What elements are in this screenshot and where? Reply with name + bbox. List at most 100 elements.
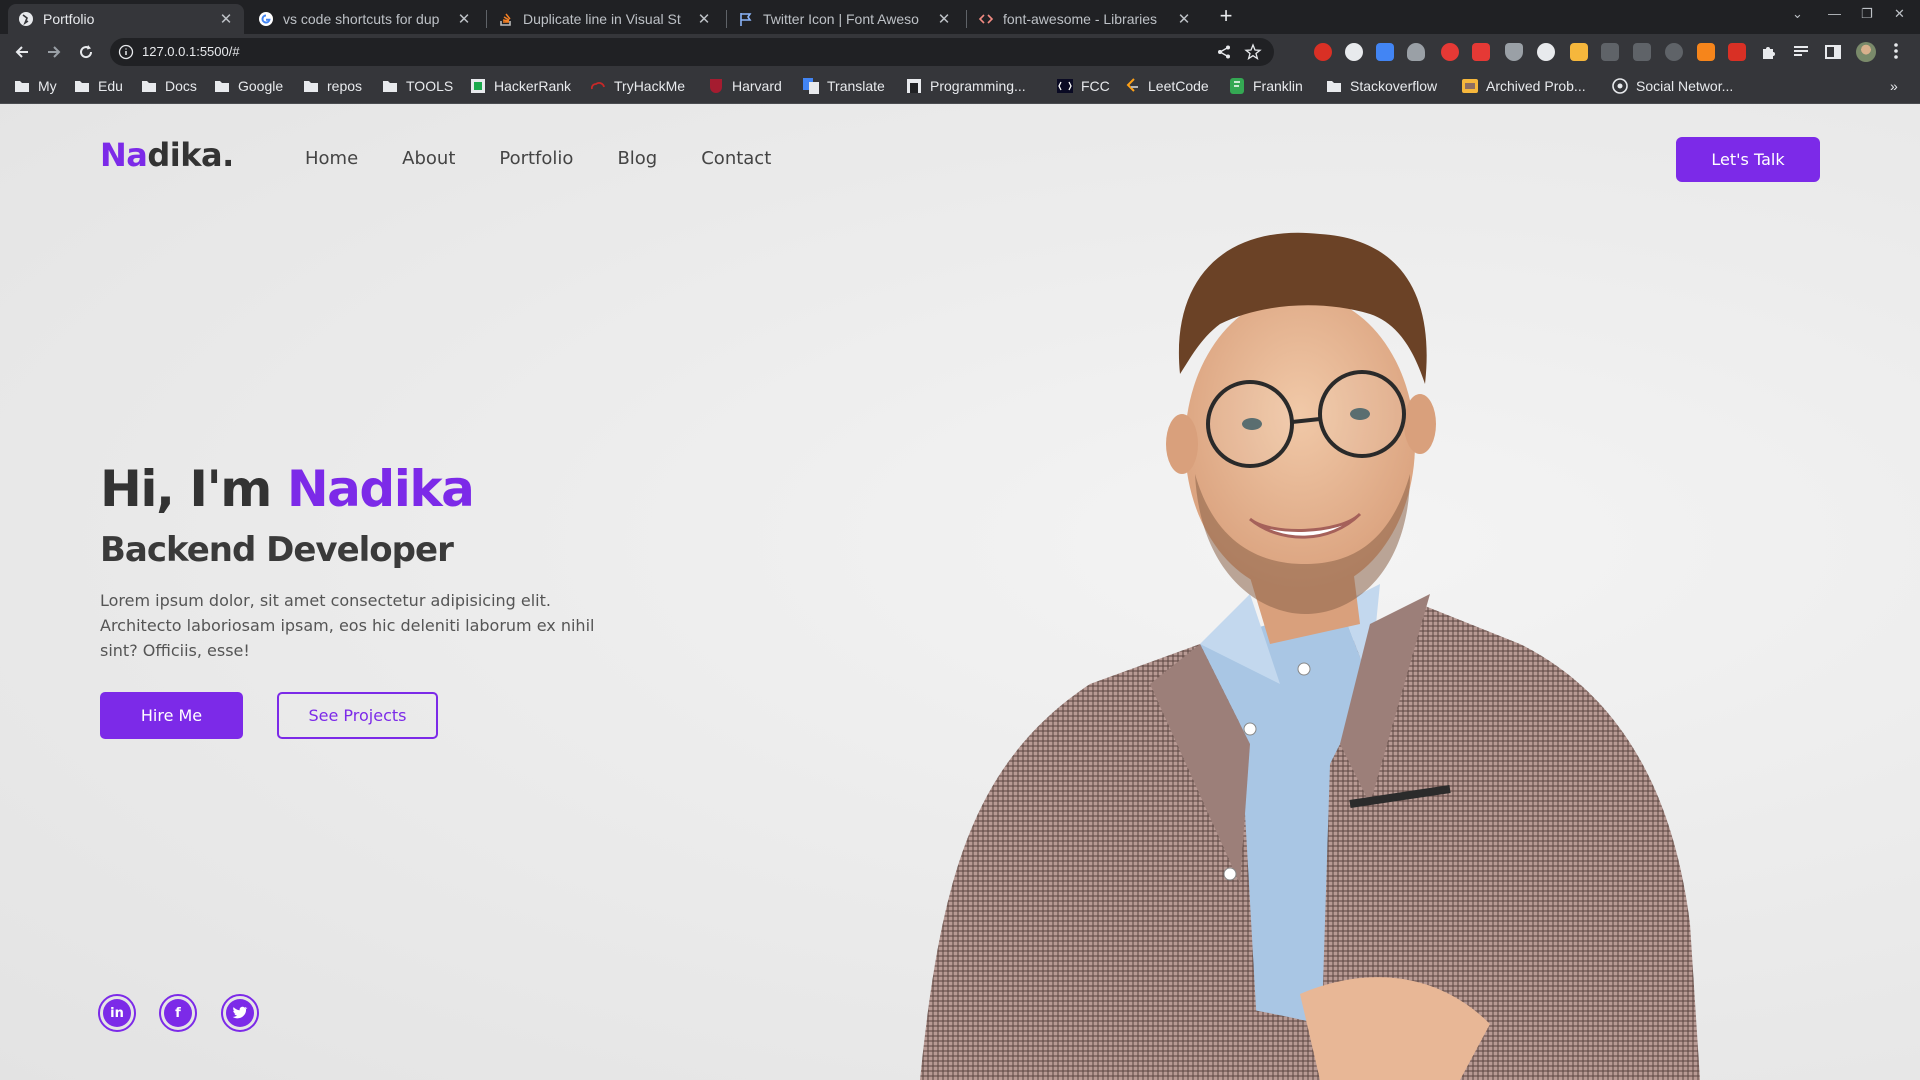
flag-icon (738, 11, 754, 27)
social-network-icon (1612, 78, 1628, 94)
page-viewport: Nadika. Home About Portfolio Blog Contac… (0, 104, 1920, 1080)
tab-font-awesome-libraries[interactable]: font-awesome - Libraries ✕ (968, 4, 1202, 34)
tab-portfolio[interactable]: Portfolio ✕ (8, 4, 244, 34)
close-tab-icon[interactable]: ✕ (696, 11, 712, 28)
browser-toolbar: 127.0.0.1:5500/# (0, 34, 1920, 70)
extension-icon[interactable] (1537, 43, 1555, 61)
site-logo[interactable]: Nadika. (100, 136, 234, 174)
bookmark-programming[interactable]: Programming... (906, 78, 1026, 94)
reading-list-icon[interactable] (1792, 43, 1810, 61)
side-panel-icon[interactable] (1824, 43, 1842, 61)
extension-icon[interactable] (1633, 43, 1651, 61)
folder-icon (382, 78, 398, 94)
close-window-icon[interactable]: ✕ (1894, 6, 1905, 22)
bookmark-translate[interactable]: Translate (803, 78, 885, 94)
profile-avatar[interactable] (1856, 42, 1876, 62)
close-tab-icon[interactable]: ✕ (1176, 11, 1192, 28)
nav-contact[interactable]: Contact (701, 148, 771, 169)
nav-about[interactable]: About (402, 148, 455, 169)
linkedin-icon: in (103, 999, 131, 1027)
tab-search-icon[interactable]: ⌄ (1792, 6, 1803, 22)
bookmark-star-icon[interactable] (1244, 43, 1262, 66)
extension-icon[interactable] (1728, 43, 1746, 61)
facebook-icon: f (164, 999, 192, 1027)
bookmark-hackerrank[interactable]: HackerRank (470, 78, 571, 94)
bookmark-fcc[interactable]: FCC (1057, 78, 1110, 94)
bookmark-leetcode[interactable]: LeetCode (1124, 78, 1209, 94)
extension-icon[interactable] (1314, 43, 1332, 61)
lets-talk-button[interactable]: Let's Talk (1676, 137, 1820, 182)
hero-name: Nadika (286, 460, 475, 518)
bookmark-folder[interactable]: Docs (141, 78, 197, 94)
folder-icon (303, 78, 319, 94)
shield-icon[interactable] (1505, 43, 1523, 61)
close-tab-icon[interactable]: ✕ (218, 11, 234, 28)
twitter-icon (226, 999, 254, 1027)
bookmark-folder[interactable]: TOOLS (382, 78, 453, 94)
folder-icon (74, 78, 90, 94)
bookmark-folder[interactable]: Edu (74, 78, 123, 94)
bookmarks-bar: My Edu Docs Google repos TOOLS HackerRan… (0, 70, 1920, 104)
linkedin-link[interactable]: in (98, 994, 136, 1032)
tab-strip: Portfolio ✕ vs code shortcuts for dup ✕ … (0, 0, 1920, 34)
share-icon[interactable] (1216, 44, 1232, 65)
bookmark-harvard[interactable]: Harvard (708, 78, 782, 94)
globe-icon (18, 11, 34, 27)
bookmark-social-network[interactable]: Social Networ... (1612, 78, 1733, 94)
back-icon[interactable] (10, 40, 34, 64)
tab-duplicate-line[interactable]: Duplicate line in Visual St ✕ (488, 4, 722, 34)
facebook-link[interactable]: f (159, 994, 197, 1032)
minimize-icon[interactable]: — (1828, 6, 1841, 21)
extension-icon[interactable] (1407, 43, 1425, 61)
folder-icon (1326, 78, 1342, 94)
extension-icon[interactable] (1472, 43, 1490, 61)
menu-icon[interactable] (1894, 42, 1898, 60)
bookmark-folder[interactable]: Google (214, 78, 283, 94)
folder-icon (214, 78, 230, 94)
nav-blog[interactable]: Blog (617, 148, 657, 169)
bookmark-folder[interactable]: Stackoverflow (1326, 78, 1437, 94)
hire-me-button[interactable]: Hire Me (100, 692, 243, 739)
metamask-icon[interactable] (1697, 43, 1715, 61)
new-tab-button[interactable]: + (1214, 5, 1238, 29)
restore-icon[interactable]: ❐ (1861, 6, 1873, 22)
hero-description: Lorem ipsum dolor, sit amet consectetur … (100, 591, 595, 660)
puzzle-icon[interactable] (1760, 43, 1778, 61)
hackerrank-icon (470, 78, 486, 94)
nav-portfolio[interactable]: Portfolio (499, 148, 573, 169)
bookmark-franklin[interactable]: Franklin (1229, 78, 1303, 94)
tab-twitter-icon[interactable]: Twitter Icon | Font Aweso ✕ (728, 4, 962, 34)
adblock-icon[interactable] (1441, 43, 1459, 61)
reload-icon[interactable] (74, 40, 98, 64)
see-projects-button[interactable]: See Projects (277, 692, 438, 739)
hero-role: Backend Developer (100, 530, 454, 570)
extension-icon[interactable] (1601, 43, 1619, 61)
info-icon[interactable] (118, 44, 134, 65)
url-text: 127.0.0.1:5500/# (142, 44, 240, 59)
bookmark-tryhackme[interactable]: TryHackMe (590, 78, 685, 94)
franklin-icon (1229, 78, 1245, 94)
extension-icon[interactable] (1570, 43, 1588, 61)
tab-title: Portfolio (43, 11, 95, 27)
extension-icon[interactable] (1665, 43, 1683, 61)
twitter-link[interactable] (221, 994, 259, 1032)
main-nav: Home About Portfolio Blog Contact (305, 148, 771, 169)
address-bar[interactable]: 127.0.0.1:5500/# (110, 38, 1274, 66)
nav-home[interactable]: Home (305, 148, 358, 169)
bookmark-folder[interactable]: repos (303, 78, 362, 94)
tab-title: font-awesome - Libraries (1003, 11, 1158, 27)
tab-vscode-shortcuts[interactable]: vs code shortcuts for dup ✕ (248, 4, 482, 34)
close-tab-icon[interactable]: ✕ (936, 11, 952, 28)
close-tab-icon[interactable]: ✕ (456, 11, 472, 28)
archived-icon (1462, 78, 1478, 94)
programming-icon (906, 78, 922, 94)
hero-portrait-image (920, 232, 1700, 1080)
translate-extension-icon[interactable] (1376, 43, 1394, 61)
bookmark-archived-problems[interactable]: Archived Prob... (1462, 78, 1586, 94)
fcc-icon (1057, 78, 1073, 94)
bookmark-folder[interactable]: My (14, 78, 57, 94)
extension-icon[interactable] (1345, 43, 1363, 61)
forward-icon[interactable] (42, 40, 66, 64)
more-bookmarks-icon[interactable]: » (1890, 78, 1898, 94)
folder-icon (141, 78, 157, 94)
